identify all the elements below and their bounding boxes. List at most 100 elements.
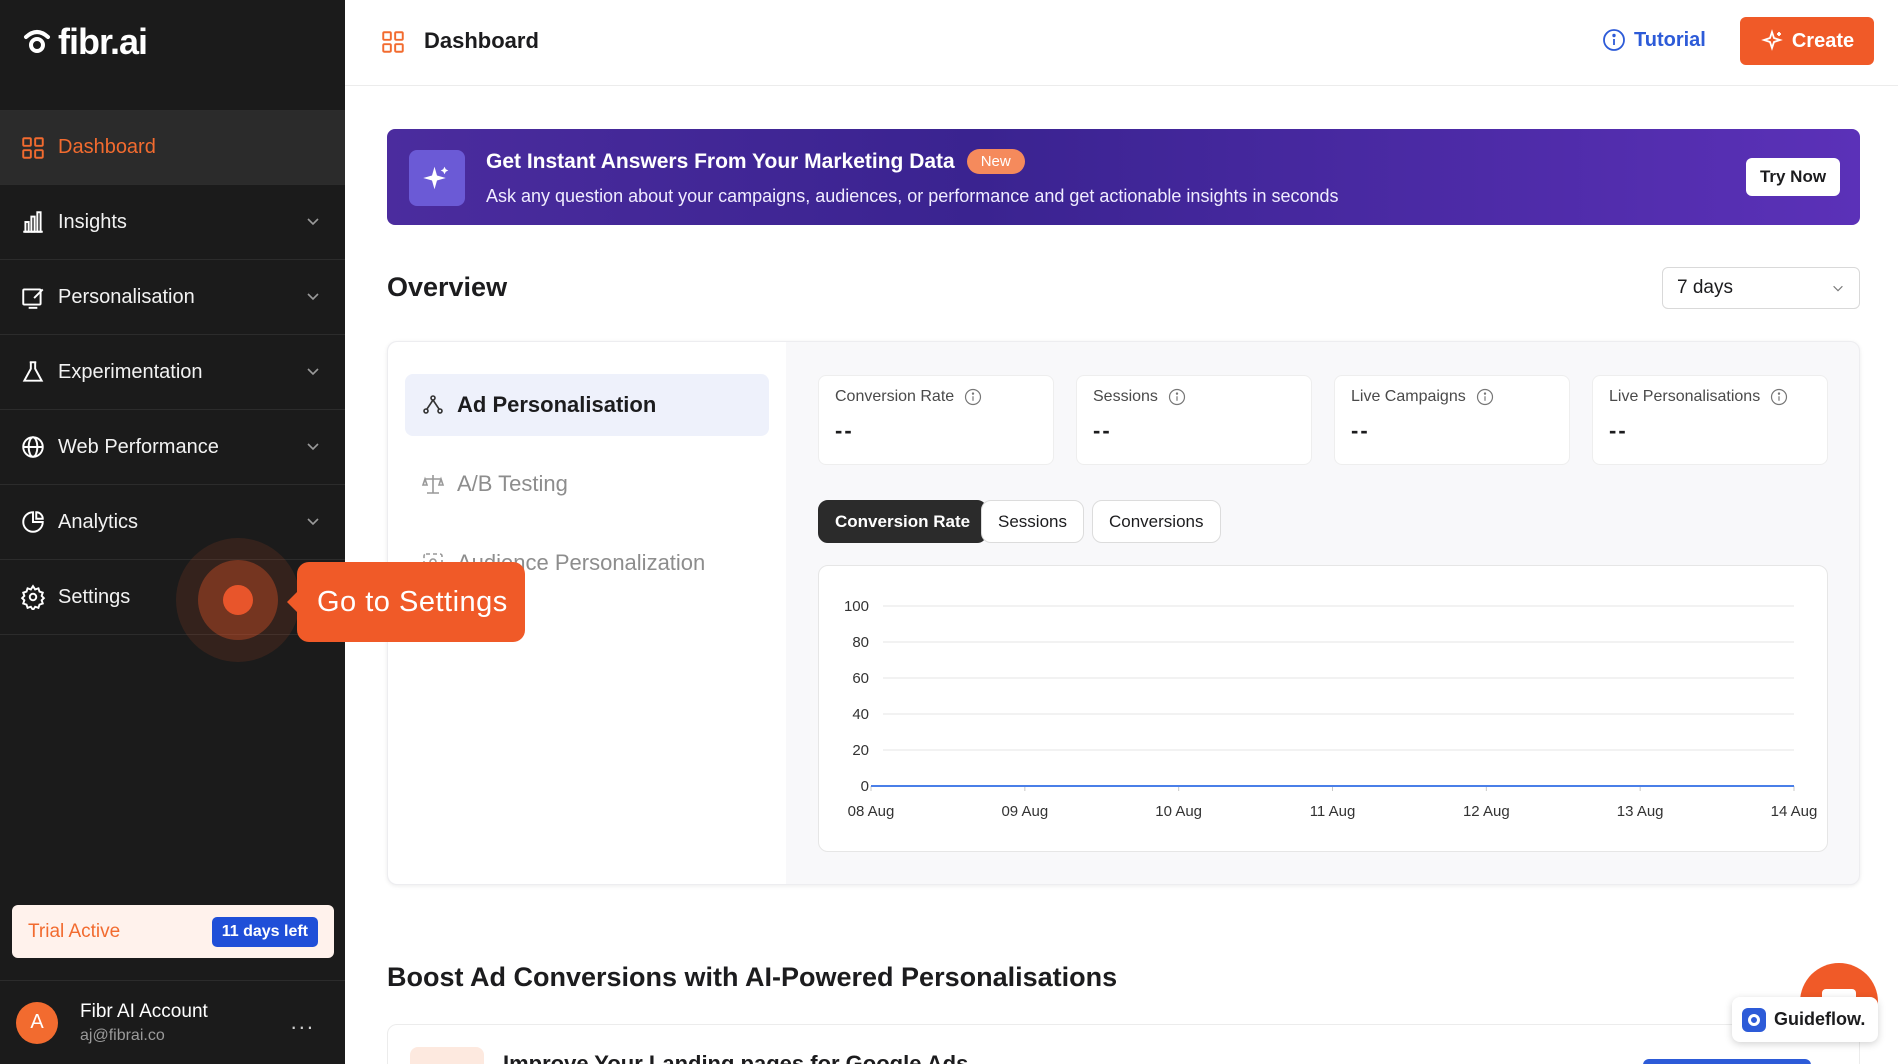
- guideflow-icon: [1742, 1007, 1766, 1032]
- info-icon[interactable]: [1476, 388, 1494, 406]
- guide-tooltip[interactable]: Go to Settings: [287, 562, 525, 642]
- boost-card[interactable]: Improve Your Landing pages for Google Ad…: [387, 1024, 1860, 1064]
- x-tick-label: 14 Aug: [1771, 803, 1818, 820]
- x-tick-label: 13 Aug: [1617, 803, 1664, 820]
- sidebar-item-label: Experimentation: [58, 360, 203, 383]
- sidebar-item-label: Analytics: [58, 510, 139, 533]
- globe-icon: [20, 434, 46, 460]
- info-icon[interactable]: [1770, 388, 1788, 406]
- boost-card-button[interactable]: [1643, 1059, 1811, 1064]
- y-tick-label: 80: [852, 634, 869, 651]
- create-label: Create: [1791, 29, 1855, 52]
- sidebar-item-label: Dashboard: [58, 136, 156, 158]
- more-options-icon[interactable]: ...: [291, 1009, 315, 1035]
- create-button[interactable]: Create: [1740, 17, 1874, 65]
- guideflow-label: Guideflow.: [1774, 1009, 1866, 1029]
- y-tick-label: 0: [861, 778, 869, 795]
- grid-icon: [382, 31, 404, 53]
- pie-chart-icon: [20, 509, 46, 535]
- x-tick-label: 12 Aug: [1463, 803, 1510, 820]
- stat-label: Sessions: [1093, 388, 1158, 405]
- date-range-value: 7 days: [1677, 277, 1733, 298]
- banner-title: Get Instant Answers From Your Marketing …: [486, 149, 955, 173]
- scale-icon: [421, 475, 445, 494]
- new-badge: New: [966, 149, 1025, 174]
- top-header: Dashboard Tutorial Create: [345, 0, 1898, 86]
- trial-status-label: Trial Active: [28, 920, 121, 942]
- y-tick-label: 60: [852, 670, 869, 687]
- sidebar-item-experimentation[interactable]: Experimentation: [0, 335, 345, 410]
- try-now-button[interactable]: Try Now: [1746, 158, 1840, 196]
- guideflow-badge[interactable]: Guideflow.: [1732, 997, 1878, 1042]
- type-ad-personalisation[interactable]: Ad Personalisation: [405, 374, 769, 436]
- stat-value: --: [1093, 418, 1112, 443]
- grid-icon: [20, 135, 46, 161]
- stat-card-conversion-rate: Conversion Rate --: [818, 375, 1054, 465]
- x-tick-label: 08 Aug: [848, 803, 895, 820]
- fibr-logo[interactable]: fibr.ai: [22, 21, 148, 62]
- sidebar-item-personalisation[interactable]: Personalisation: [0, 260, 345, 335]
- info-icon: [1603, 29, 1625, 51]
- sidebar-item-insights[interactable]: Insights: [0, 185, 345, 260]
- boost-thumbnail: [410, 1047, 484, 1064]
- metric-tab-conversions[interactable]: Conversions: [1092, 500, 1221, 543]
- chevron-down-icon: [1833, 285, 1843, 292]
- type-label: A/B Testing: [457, 471, 568, 496]
- tutorial-label: Tutorial: [1634, 28, 1706, 51]
- stat-value: --: [1351, 418, 1370, 443]
- stat-value: --: [1609, 418, 1628, 443]
- chevron-down-icon[interactable]: [305, 288, 321, 304]
- chevron-down-icon[interactable]: [305, 213, 321, 229]
- y-tick-label: 20: [852, 742, 869, 759]
- type-ab-testing[interactable]: A/B Testing: [405, 453, 769, 515]
- info-icon[interactable]: [1168, 388, 1186, 406]
- y-tick-label: 40: [852, 706, 869, 723]
- sidebar-item-label: Insights: [58, 210, 127, 233]
- chevron-down-icon[interactable]: [305, 513, 321, 529]
- stat-card-live-campaigns: Live Campaigns --: [1334, 375, 1570, 465]
- page-title: Dashboard: [424, 28, 539, 53]
- metric-tab-sessions[interactable]: Sessions: [981, 500, 1084, 543]
- x-tick-label: 10 Aug: [1155, 803, 1202, 820]
- sidebar-item-web-performance[interactable]: Web Performance: [0, 410, 345, 485]
- flask-icon: [20, 359, 46, 385]
- stat-value: --: [835, 418, 854, 443]
- boost-card-title: Improve Your Landing pages for Google Ad…: [503, 1051, 969, 1064]
- y-tick-label: 100: [844, 598, 869, 615]
- x-tick-label: 09 Aug: [1001, 803, 1048, 820]
- logo-text: fibr.ai: [58, 21, 148, 62]
- banner-title-row: Get Instant Answers From Your Marketing …: [486, 149, 1025, 174]
- account-menu[interactable]: A Fibr AI Account aj@fibrai.co ...: [0, 980, 345, 1064]
- stat-label: Live Campaigns: [1351, 388, 1466, 405]
- trial-days-badge: 11 days left: [211, 916, 318, 947]
- sidebar-item-dashboard[interactable]: Dashboard: [0, 110, 345, 185]
- edit-screen-icon: [20, 284, 46, 310]
- logo-mark-icon: [24, 30, 50, 53]
- info-icon[interactable]: [964, 388, 982, 406]
- stat-card-sessions: Sessions --: [1076, 375, 1312, 465]
- sidebar-item-analytics[interactable]: Analytics: [0, 485, 345, 560]
- avatar: A: [16, 1001, 58, 1044]
- bar-chart-icon: [20, 209, 46, 235]
- conversion-chart: 0 20 40 60 80 100 08 Aug 09 Aug 10 Aug 11 Aug 12 A…: [818, 565, 1828, 852]
- banner-subtitle: Ask any question about your campaigns, a…: [486, 186, 1339, 206]
- trial-banner[interactable]: Trial Active 11 days left: [12, 905, 334, 958]
- metric-tab-conversion-rate[interactable]: Conversion Rate: [818, 500, 988, 543]
- tutorial-link[interactable]: Tutorial: [1602, 28, 1706, 52]
- type-label: Ad Personalisation: [457, 392, 657, 417]
- account-name: Fibr AI Account: [80, 1000, 208, 1022]
- overview-panel: Ad Personalisation A/B Testing Audience …: [387, 341, 1860, 885]
- sidebar-item-label: Web Performance: [58, 435, 219, 458]
- sidebar-item-label: Settings: [58, 585, 131, 608]
- chevron-down-icon[interactable]: [305, 363, 321, 379]
- guide-hotspot[interactable]: [223, 585, 253, 615]
- boost-section-title: Boost Ad Conversions with AI-Powered Per…: [387, 962, 1118, 992]
- sidebar: fibr.ai Dashboard Insights Personalisati…: [0, 0, 345, 1064]
- nodes-icon: [423, 395, 443, 414]
- gear-icon: [20, 584, 46, 610]
- sidebar-nav: Dashboard Insights Personalisation Exper…: [0, 110, 345, 635]
- ai-insights-banner: Get Instant Answers From Your Marketing …: [387, 129, 1860, 225]
- date-range-select[interactable]: 7 days: [1662, 267, 1860, 309]
- chevron-down-icon[interactable]: [305, 438, 321, 454]
- overview-title: Overview: [387, 272, 508, 302]
